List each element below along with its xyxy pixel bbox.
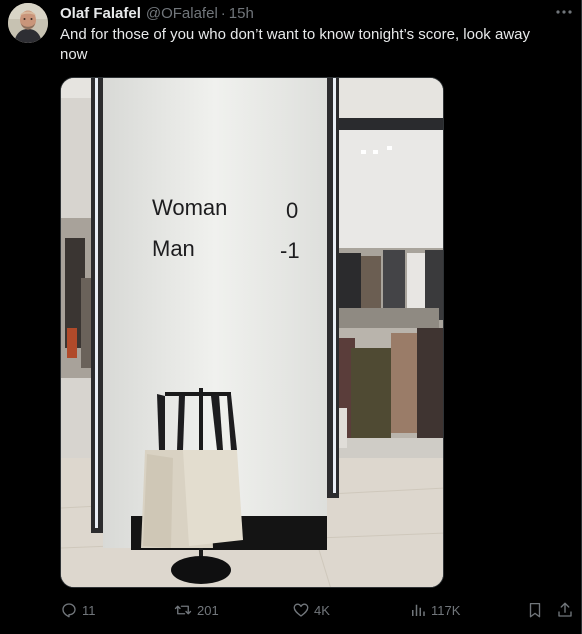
bookmark-icon xyxy=(529,602,541,618)
repost-button[interactable]: 201 xyxy=(173,599,219,621)
sign-score-man: -1 xyxy=(280,238,300,263)
tweet-text: And for those of you who don’t want to k… xyxy=(60,26,530,63)
avatar[interactable] xyxy=(8,3,48,43)
tweet-photo[interactable]: Woman 0 Man -1 xyxy=(60,77,444,588)
sign-label-man: Man xyxy=(152,236,195,261)
repost-count: 201 xyxy=(197,602,219,618)
views-button[interactable]: 117K xyxy=(409,599,460,621)
reply-count: 11 xyxy=(82,602,96,618)
like-button[interactable]: 4K xyxy=(292,599,330,621)
sign-label-woman: Woman xyxy=(152,195,227,220)
reply-icon xyxy=(62,603,76,618)
heart-icon xyxy=(293,603,309,617)
separator-dot: · xyxy=(220,4,226,22)
reply-button[interactable]: 11 xyxy=(60,599,96,621)
repost-icon xyxy=(174,605,192,615)
tweet-header: Olaf Falafel @OFalafel · 15h xyxy=(60,4,254,22)
more-button[interactable] xyxy=(552,2,576,22)
tweet[interactable]: Olaf Falafel @OFalafel · 15h And for tho… xyxy=(0,0,582,634)
sign-score-woman: 0 xyxy=(286,198,298,223)
views-count: 117K xyxy=(431,602,461,618)
user-handle[interactable]: @OFalafel xyxy=(146,5,218,22)
share-button[interactable] xyxy=(556,599,574,621)
bookmark-button[interactable] xyxy=(526,599,544,621)
timestamp[interactable]: 15h xyxy=(229,5,254,22)
share-icon xyxy=(558,602,572,617)
like-count: 4K xyxy=(314,602,330,618)
more-dots-icon xyxy=(556,10,572,14)
avatar-image xyxy=(8,3,48,43)
views-bar-chart-icon xyxy=(412,604,425,616)
action-bar: 11 201 4K 117K xyxy=(60,599,576,621)
store-photo: Woman 0 Man -1 xyxy=(61,78,443,587)
display-name[interactable]: Olaf Falafel xyxy=(60,5,141,22)
